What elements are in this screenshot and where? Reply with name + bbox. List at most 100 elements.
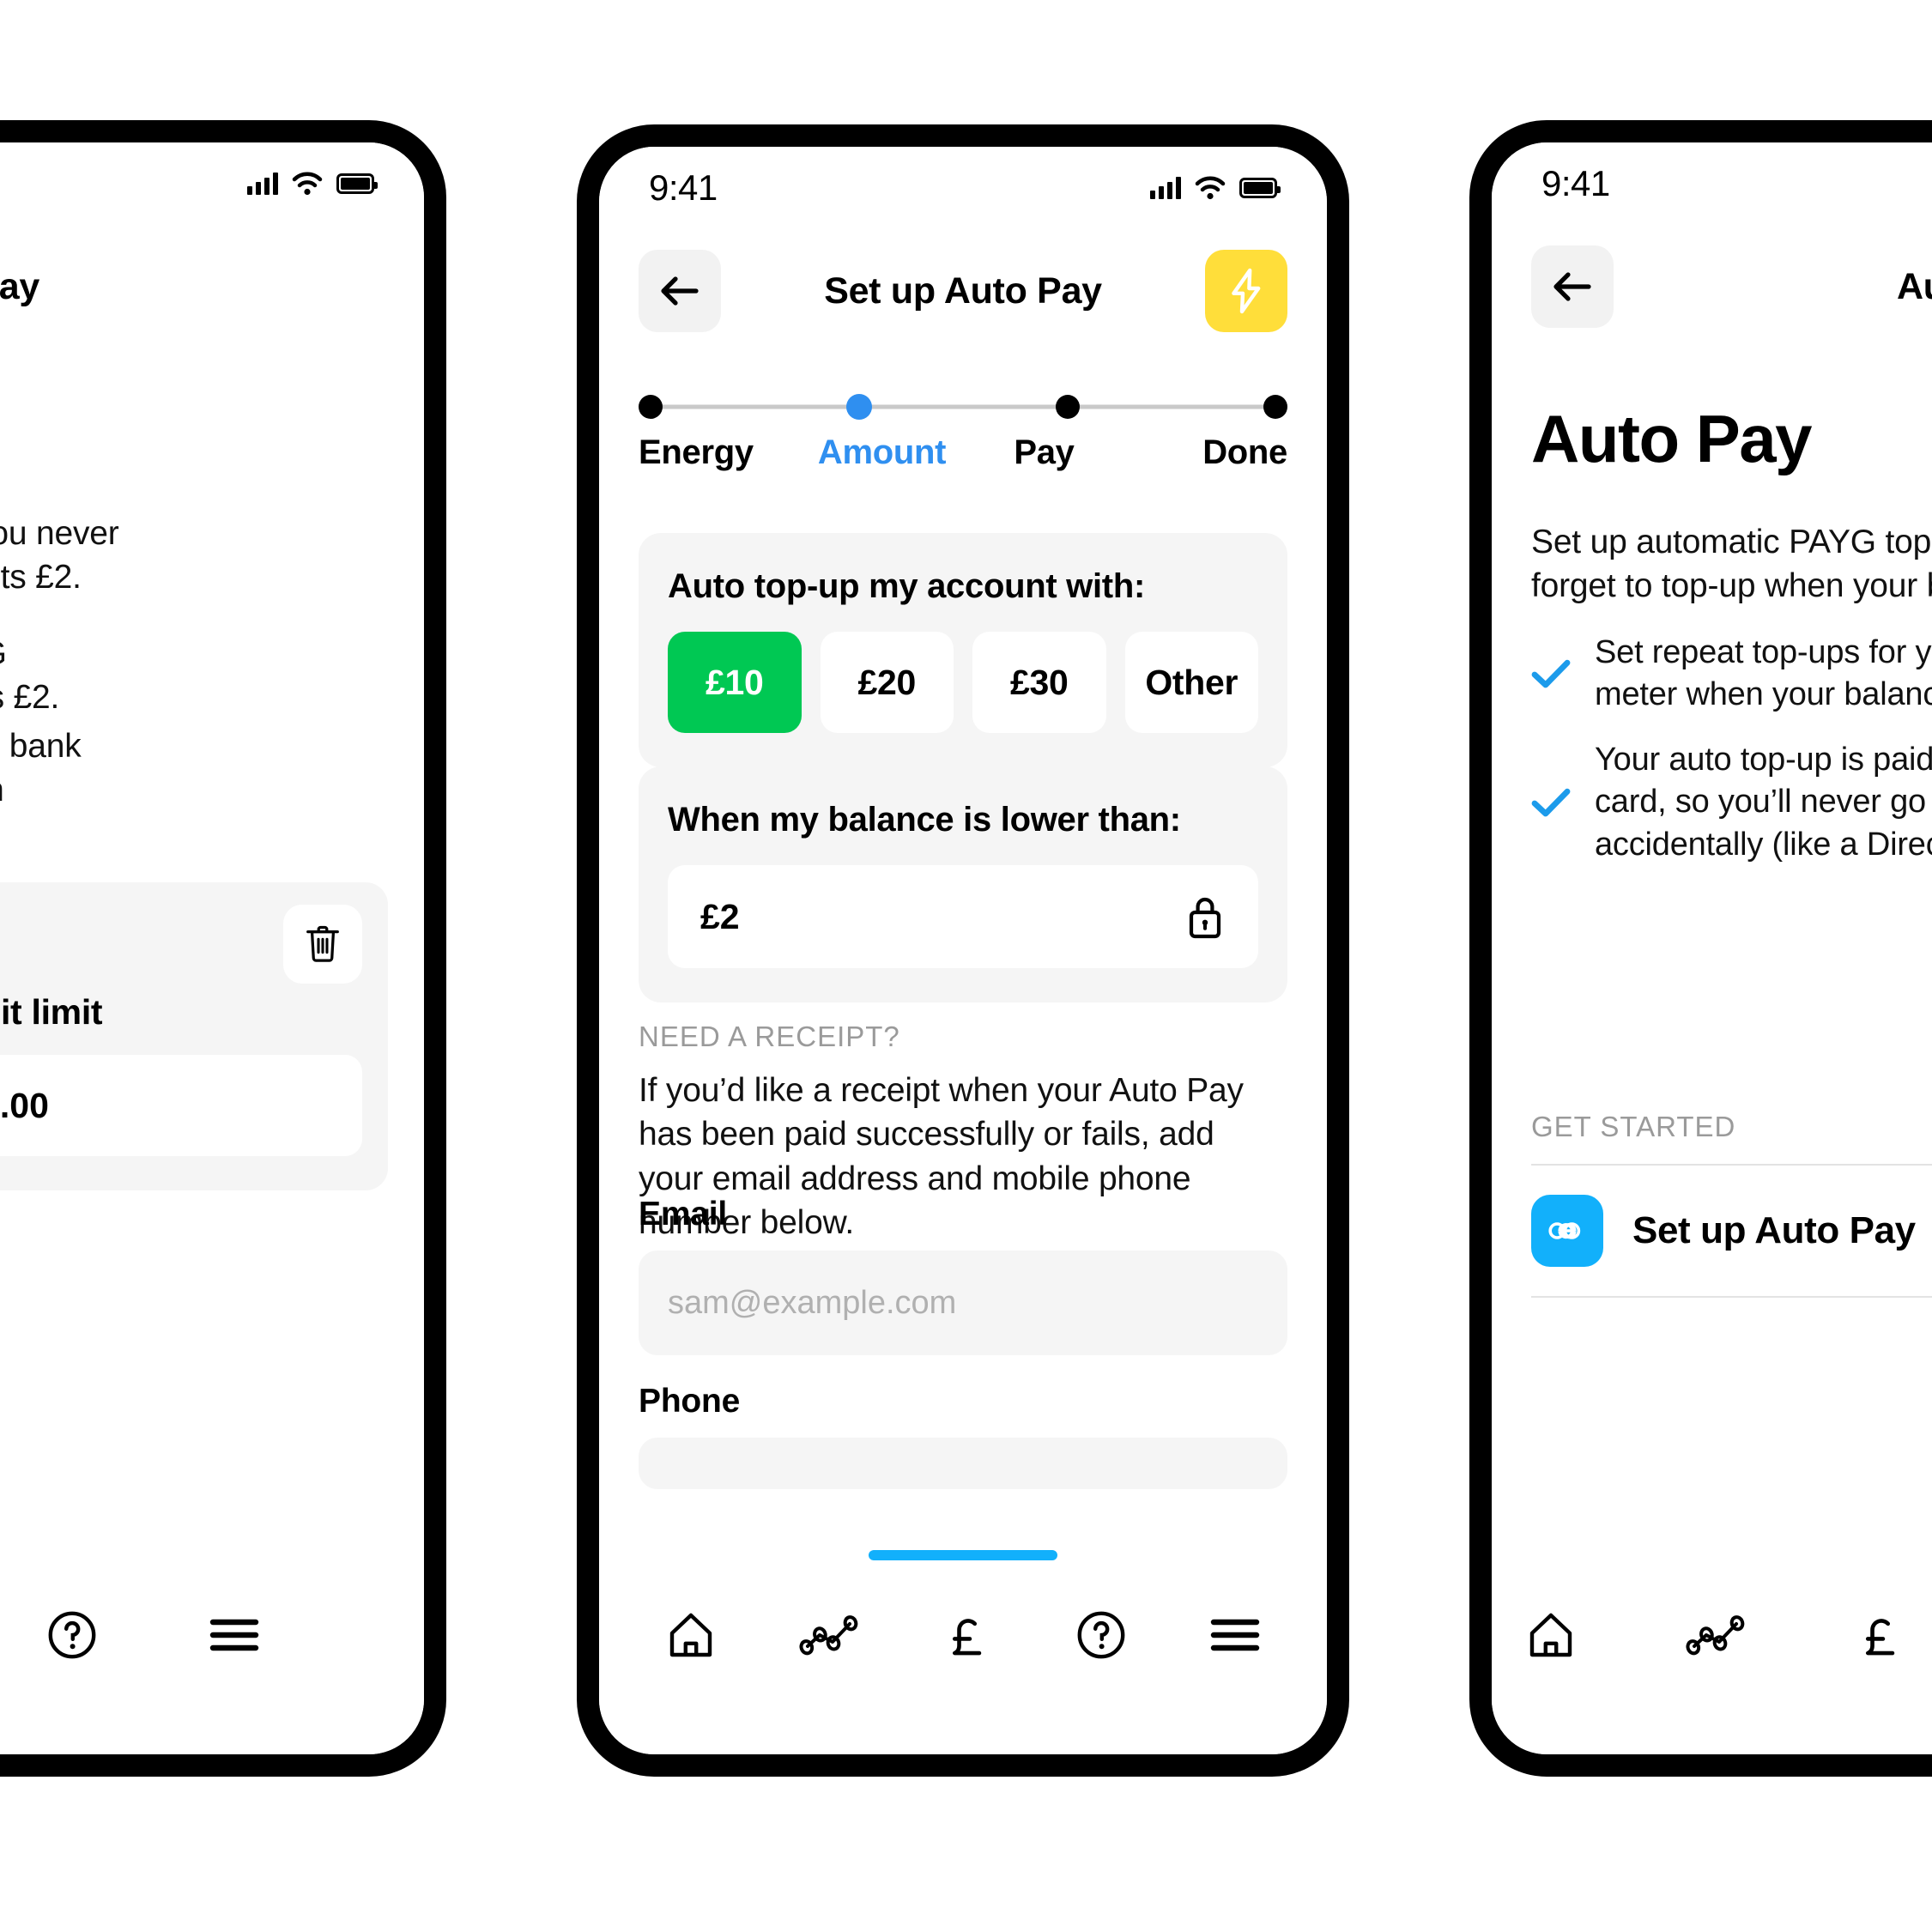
status-bar-left: [0, 158, 424, 209]
intro-paragraph-left: c PAYG top-ups so you never when your ba…: [0, 515, 119, 597]
status-icons: [247, 172, 378, 196]
status-bar-right: 9:41: [1492, 158, 1932, 209]
bullet-2-left: p-up is paid with your bank ll never go …: [0, 728, 82, 809]
bottom-nav-middle: [599, 1588, 1327, 1682]
credit-limit-value[interactable]: £2.00: [0, 1055, 362, 1156]
nav-pay[interactable]: [942, 1608, 992, 1662]
nav-help[interactable]: [46, 1609, 98, 1661]
nav-pay[interactable]: [1856, 1608, 1905, 1662]
email-label: Email: [639, 1196, 728, 1232]
battery-icon: [336, 173, 378, 194]
question-circle-icon: [1077, 1611, 1125, 1659]
status-icons: [1150, 176, 1281, 200]
infinity-icon: [1548, 1222, 1581, 1239]
delete-button[interactable]: [283, 905, 362, 984]
progress-stepper: Energy Amount Pay Done: [639, 394, 1287, 472]
divider-bottom: [1531, 1296, 1932, 1298]
amount-option-30[interactable]: £30: [972, 632, 1106, 733]
home-icon: [1529, 1613, 1572, 1657]
back-button[interactable]: [1531, 245, 1614, 328]
bottom-nav-right: [1492, 1588, 1932, 1682]
step-label-energy[interactable]: Energy: [639, 433, 801, 472]
benefits-list: Set repeat top-ups for yo meter when you…: [1531, 632, 1932, 888]
amount-option-20[interactable]: £20: [820, 632, 954, 733]
hamburger-icon: [1210, 1619, 1259, 1651]
wifi-icon: [1195, 176, 1226, 200]
pound-icon: [1865, 1619, 1895, 1656]
nav-menu[interactable]: [1210, 1617, 1260, 1653]
phone-middle: 9:41 Set up Auto Pay Energy Amount Pay D…: [577, 124, 1349, 1777]
back-arrow-icon: [661, 276, 699, 306]
status-time: 9:41: [649, 167, 718, 208]
back-arrow-icon: [1553, 272, 1591, 301]
trash-icon: [306, 925, 339, 962]
screenshot-canvas: Auto Pay c PAYG top-ups so you never whe…: [0, 0, 1932, 1932]
step-label-done[interactable]: Done: [1125, 433, 1287, 472]
phone-group: Phone: [639, 1383, 1287, 1489]
email-group: Email sam@example.com: [639, 1196, 1287, 1355]
battery-icon: [1239, 178, 1281, 198]
nav-home[interactable]: [1526, 1610, 1576, 1660]
threshold-value-field[interactable]: £2: [668, 865, 1258, 968]
intro-text-right: Set up automatic PAYG top-u forget to to…: [1531, 524, 1932, 605]
step-dot-done[interactable]: [1263, 395, 1287, 419]
topup-amount-card: Auto top-up my account with: £10 £20 £30…: [639, 533, 1287, 767]
hamburger-icon: [209, 1619, 259, 1651]
amount-option-10[interactable]: £10: [668, 632, 802, 733]
step-dot-pay[interactable]: [1056, 395, 1080, 419]
status-bar-middle: 9:41: [599, 162, 1327, 214]
step-label-pay[interactable]: Pay: [963, 433, 1125, 472]
nav-usage[interactable]: [1686, 1614, 1746, 1656]
setup-autopay-row[interactable]: Set up Auto Pay: [1531, 1166, 1932, 1296]
threshold-card-title: When my balance is lower than:: [668, 801, 1181, 839]
topup-card-title: Auto top-up my account with:: [668, 567, 1145, 605]
phone-input[interactable]: [639, 1438, 1287, 1489]
lock-icon: [1189, 897, 1221, 939]
setup-autopay-label: Set up Auto Pay: [1632, 1209, 1916, 1251]
screen-middle: 9:41 Set up Auto Pay Energy Amount Pay D…: [599, 147, 1327, 1754]
boost-button[interactable]: [1205, 250, 1287, 332]
infinity-badge: [1531, 1195, 1603, 1267]
wifi-icon: [292, 172, 323, 196]
get-started-section: GET STARTED Set up Auto Pay: [1531, 1111, 1932, 1298]
nav-usage[interactable]: [799, 1614, 859, 1656]
threshold-value: £2: [700, 896, 740, 936]
back-button[interactable]: [639, 250, 721, 332]
step-dot-amount[interactable]: [846, 394, 872, 420]
step-dot-energy[interactable]: [639, 395, 663, 419]
benefit-item-1: Set repeat top-ups for yo meter when you…: [1531, 632, 1932, 717]
home-indicator-middle: [869, 1550, 1057, 1560]
usage-graph-icon: [1686, 1615, 1745, 1656]
credit-limit-label: Credit limit: [0, 992, 103, 1032]
status-time: 9:41: [1541, 163, 1610, 203]
email-input[interactable]: sam@example.com: [639, 1251, 1287, 1355]
balance-threshold-card: When my balance is lower than: £2: [639, 766, 1287, 1002]
nav-menu[interactable]: [209, 1617, 259, 1653]
bottom-nav-left: [0, 1588, 424, 1682]
nav-help[interactable]: [1075, 1609, 1127, 1661]
screen-left: Auto Pay c PAYG top-ups so you never whe…: [0, 142, 424, 1754]
home-icon: [670, 1613, 712, 1657]
nav-home[interactable]: [666, 1610, 716, 1660]
benefit-item-2: Your auto top-up is paid card, so you’ll…: [1531, 739, 1932, 866]
credit-limit-card: Credit limit £2.00: [0, 882, 388, 1190]
lightning-bolt-icon: [1232, 268, 1261, 314]
screen-right: 9:41 Auto Pay Auto Pay Set up automatic …: [1492, 142, 1932, 1754]
app-bar-left: Auto Pay: [0, 245, 424, 328]
page-title-middle: Set up Auto Pay: [824, 270, 1102, 312]
amount-options: £10 £20 £30 Other: [668, 632, 1258, 733]
check-icon: [1531, 788, 1571, 817]
receipt-eyebrow: NEED A RECEIPT?: [639, 1021, 900, 1052]
page-title-right: Auto Pay: [1897, 265, 1932, 307]
phone-right: 9:41 Auto Pay Auto Pay Set up automatic …: [1469, 120, 1932, 1777]
usage-graph-icon: [799, 1615, 858, 1656]
app-bar-middle: Set up Auto Pay: [599, 250, 1327, 332]
question-circle-icon: [48, 1611, 96, 1659]
hero-title-right: Auto Pay: [1531, 401, 1813, 476]
check-icon: [1531, 660, 1571, 688]
get-started-label: GET STARTED: [1531, 1111, 1736, 1142]
step-label-amount[interactable]: Amount: [801, 433, 963, 472]
amount-option-other[interactable]: Other: [1124, 632, 1258, 733]
page-title-left: Auto Pay: [0, 265, 39, 307]
pound-icon: [952, 1619, 982, 1656]
